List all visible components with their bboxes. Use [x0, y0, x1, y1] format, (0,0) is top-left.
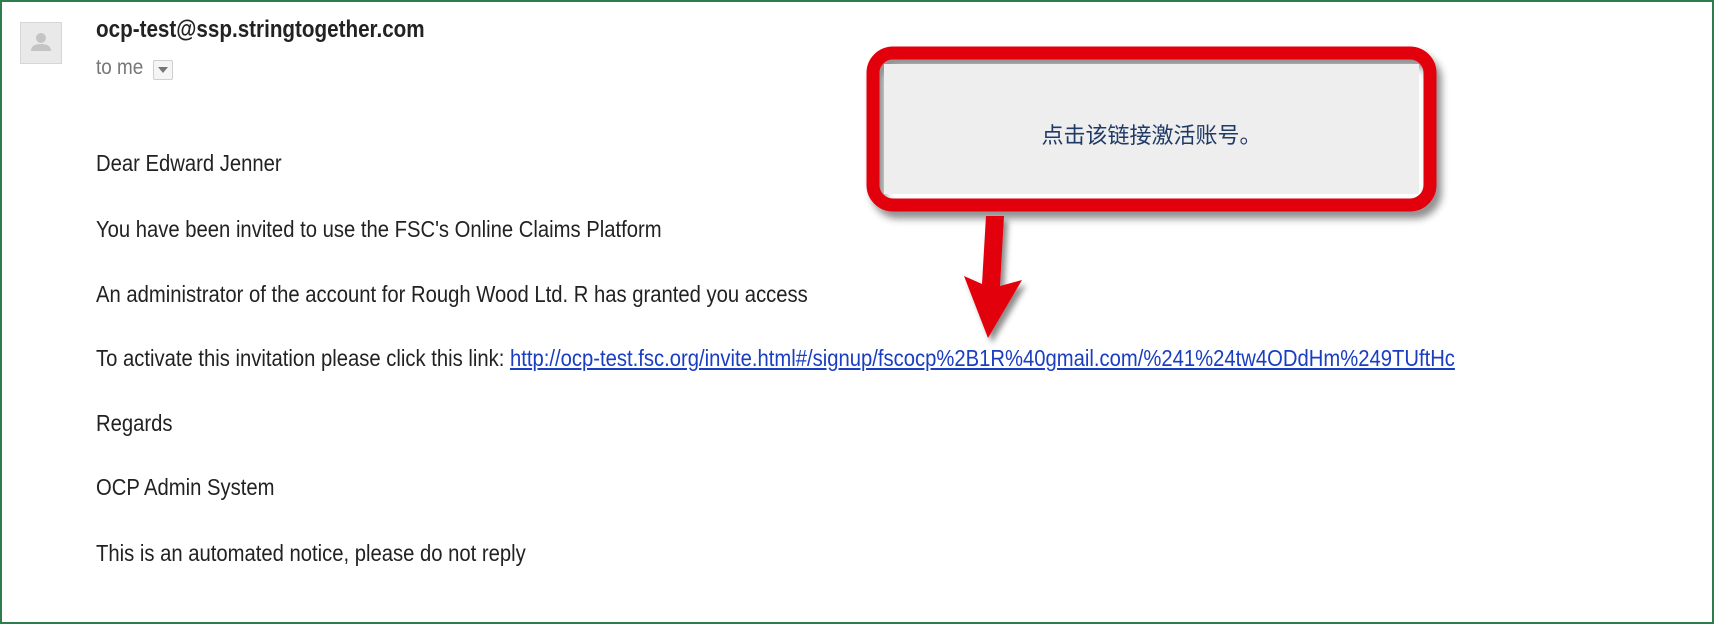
recipient-label: to me	[96, 56, 144, 79]
email-greeting: Dear Edward Jenner	[96, 150, 282, 176]
person-silhouette-icon	[31, 33, 51, 51]
chevron-down-icon	[157, 67, 168, 73]
callout-panel: 点击该链接激活账号。	[884, 64, 1419, 194]
sender-address: ocp-test@ssp.stringtogether.com	[96, 16, 425, 43]
email-frame: ocp-test@ssp.stringtogether.com to me De…	[0, 0, 1714, 624]
down-arrow-icon	[964, 216, 1022, 338]
sender-avatar	[20, 22, 62, 64]
email-notice: This is an automated notice, please do n…	[96, 540, 526, 566]
show-details-button[interactable]	[152, 60, 173, 80]
activation-prefix: To activate this invitation please click…	[96, 345, 510, 371]
email-signature: OCP Admin System	[96, 474, 275, 500]
recipient-line: to me	[96, 56, 173, 80]
email-activation-line: To activate this invitation please click…	[96, 345, 1455, 372]
email-regards: Regards	[96, 410, 173, 436]
callout-text: 点击该链接激活账号。	[1041, 124, 1262, 149]
email-line-invited: You have been invited to use the FSC's O…	[96, 216, 662, 242]
annotation-callout: 点击该链接激活账号。	[864, 46, 1454, 238]
activation-link[interactable]: http://ocp-test.fsc.org/invite.html#/sig…	[510, 345, 1455, 371]
email-line-admin: An administrator of the account for Roug…	[96, 281, 808, 307]
